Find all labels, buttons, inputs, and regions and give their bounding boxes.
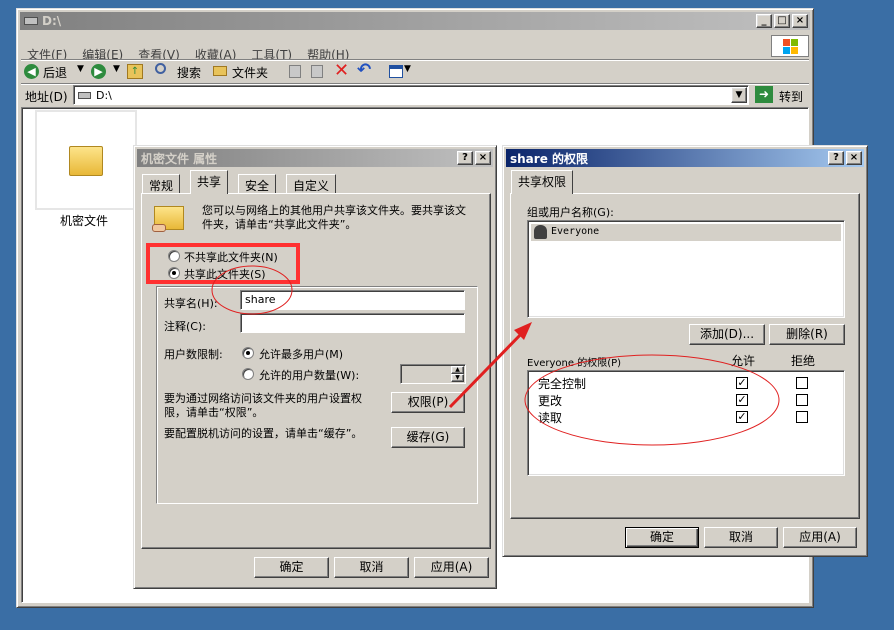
windows-logo-icon <box>771 35 809 57</box>
permission-description: 要为通过网络访问该文件夹的用户设置权限，请单击“权限”。 <box>164 392 362 419</box>
search-button[interactable]: 搜索 <box>177 64 201 81</box>
user-list[interactable]: Everyone <box>527 220 845 318</box>
forward-icon[interactable]: ▶ <box>91 64 106 79</box>
permissions-dialog: share 的权限 ? × 共享权限 组或用户名称(G): Everyone 添… <box>502 145 868 557</box>
properties-titlebar[interactable]: 机密文件 属性 ? × <box>137 149 493 167</box>
close-button[interactable]: × <box>846 151 862 165</box>
views-icon[interactable] <box>389 65 403 78</box>
add-button[interactable]: 添加(D)... <box>689 324 765 345</box>
cache-button[interactable]: 缓存(G) <box>391 427 465 448</box>
minimize-button[interactable]: _ <box>756 14 772 28</box>
copy-to-icon[interactable] <box>311 65 323 78</box>
read-allow-checkbox[interactable]: ✓ <box>736 411 748 423</box>
spin-up-icon[interactable]: ▲ <box>451 366 464 374</box>
user-list-item-everyone[interactable]: Everyone <box>531 224 841 241</box>
change-allow-checkbox[interactable]: ✓ <box>736 394 748 406</box>
close-button[interactable]: × <box>792 14 808 28</box>
back-icon[interactable]: ◀ <box>24 64 39 79</box>
ok-button[interactable]: 确定 <box>625 527 699 548</box>
folder-icon <box>69 146 103 176</box>
move-to-icon[interactable] <box>289 65 301 78</box>
go-button[interactable]: 转到 <box>779 88 803 105</box>
permission-name: 读取 <box>538 411 563 425</box>
allow-users-label[interactable]: 允许的用户数量(W): <box>259 367 359 383</box>
properties-title: 机密文件 属性 <box>141 151 218 166</box>
properties-dialog: 机密文件 属性 ? × 常规 共享 安全 自定义 您可以与网络上的其他用户共享该… <box>133 145 497 589</box>
tab-sharing[interactable]: 共享 <box>190 170 229 194</box>
users-icon <box>534 225 547 239</box>
help-button[interactable]: ? <box>457 151 473 165</box>
address-input[interactable]: D:\ ▼ <box>73 85 749 105</box>
address-value: D:\ <box>96 89 112 102</box>
permissions-title: share 的权限 <box>510 151 589 166</box>
folders-button[interactable]: 文件夹 <box>232 64 268 81</box>
max-users-label[interactable]: 允许最多用户(M) <box>259 346 343 362</box>
sharing-hand-icon <box>152 224 166 232</box>
share-name-label: 共享名(H): <box>164 297 218 310</box>
tab-general[interactable]: 常规 <box>142 174 181 194</box>
share-name-input[interactable]: share <box>240 290 465 310</box>
undo-icon[interactable]: ↶ <box>357 60 371 80</box>
cache-description: 要配置脱机访问的设置，请单击“缓存”。 <box>164 427 363 440</box>
drive-icon <box>24 17 38 25</box>
permissions-titlebar[interactable]: share 的权限 ? × <box>506 149 864 167</box>
remove-button[interactable]: 删除(R) <box>769 324 845 345</box>
user-limit-label: 用户数限制: <box>164 348 223 361</box>
permission-name: 更改 <box>538 394 563 408</box>
sharing-description: 您可以与网络上的其他用户共享该文件夹。要共享该文件夹，请单击“共享此文件夹”。 <box>202 204 466 231</box>
drive-icon <box>78 92 91 99</box>
tab-custom[interactable]: 自定义 <box>286 174 337 194</box>
back-button[interactable]: 后退 <box>43 64 67 81</box>
folders-icon[interactable] <box>213 66 227 76</box>
highlight-box <box>146 243 300 284</box>
search-icon[interactable] <box>155 63 166 74</box>
folder-thumbnail[interactable] <box>35 110 137 210</box>
address-dropdown-icon[interactable]: ▼ <box>731 87 747 103</box>
explorer-title: D:\ <box>42 14 62 28</box>
help-button[interactable]: ? <box>828 151 844 165</box>
full-control-allow-checkbox[interactable]: ✓ <box>736 377 748 389</box>
toolbar: ◀ 后退 ▼ ▶ ▼ ↑ 搜索 文件夹 ✕ ↶ ▼ <box>21 59 809 83</box>
change-deny-checkbox[interactable] <box>796 394 808 406</box>
allow-users-radio[interactable] <box>242 368 254 380</box>
comment-label: 注释(C): <box>164 320 206 333</box>
read-deny-checkbox[interactable] <box>796 411 808 423</box>
folder-name[interactable]: 机密文件 <box>60 212 108 229</box>
permissions-list: 完全控制 ✓ 更改 ✓ 读取 ✓ <box>527 370 845 476</box>
permissions-panel: 组或用户名称(G): Everyone 添加(D)... 删除(R) Every… <box>510 193 860 519</box>
permission-name: 完全控制 <box>538 377 587 391</box>
tab-share-permissions[interactable]: 共享权限 <box>511 170 574 194</box>
explorer-titlebar[interactable]: D:\ _ □ × <box>20 12 810 30</box>
cancel-button[interactable]: 取消 <box>704 527 778 548</box>
spin-down-icon[interactable]: ▼ <box>451 374 464 382</box>
back-dropdown-icon[interactable]: ▼ <box>77 64 84 74</box>
user-count-spinner[interactable]: ▲ ▼ <box>400 364 466 384</box>
group-label: 组或用户名称(G): <box>527 206 614 219</box>
apply-button[interactable]: 应用(A) <box>414 557 489 578</box>
ok-button[interactable]: 确定 <box>254 557 329 578</box>
comment-input[interactable] <box>240 313 465 333</box>
permissions-header: Everyone 的权限(P) <box>527 358 622 369</box>
cancel-button[interactable]: 取消 <box>334 557 409 578</box>
close-button[interactable]: × <box>475 151 491 165</box>
full-control-deny-checkbox[interactable] <box>796 377 808 389</box>
user-name: Everyone <box>551 226 600 237</box>
deny-column-header: 拒绝 <box>791 354 816 368</box>
apply-button[interactable]: 应用(A) <box>783 527 857 548</box>
permissions-button[interactable]: 权限(P) <box>391 392 465 413</box>
max-users-radio[interactable] <box>242 347 254 359</box>
go-arrow-icon[interactable]: ➜ <box>755 86 773 103</box>
address-label: 地址(D) <box>25 90 68 104</box>
address-bar: 地址(D) D:\ ▼ ➜ 转到 <box>21 83 809 105</box>
maximize-button[interactable]: □ <box>774 14 790 28</box>
views-dropdown-icon[interactable]: ▼ <box>404 64 411 74</box>
forward-dropdown-icon[interactable]: ▼ <box>113 64 120 74</box>
tab-security[interactable]: 安全 <box>238 174 277 194</box>
up-folder-icon[interactable]: ↑ <box>127 64 143 79</box>
delete-icon[interactable]: ✕ <box>334 60 349 81</box>
allow-column-header: 允许 <box>731 354 756 368</box>
